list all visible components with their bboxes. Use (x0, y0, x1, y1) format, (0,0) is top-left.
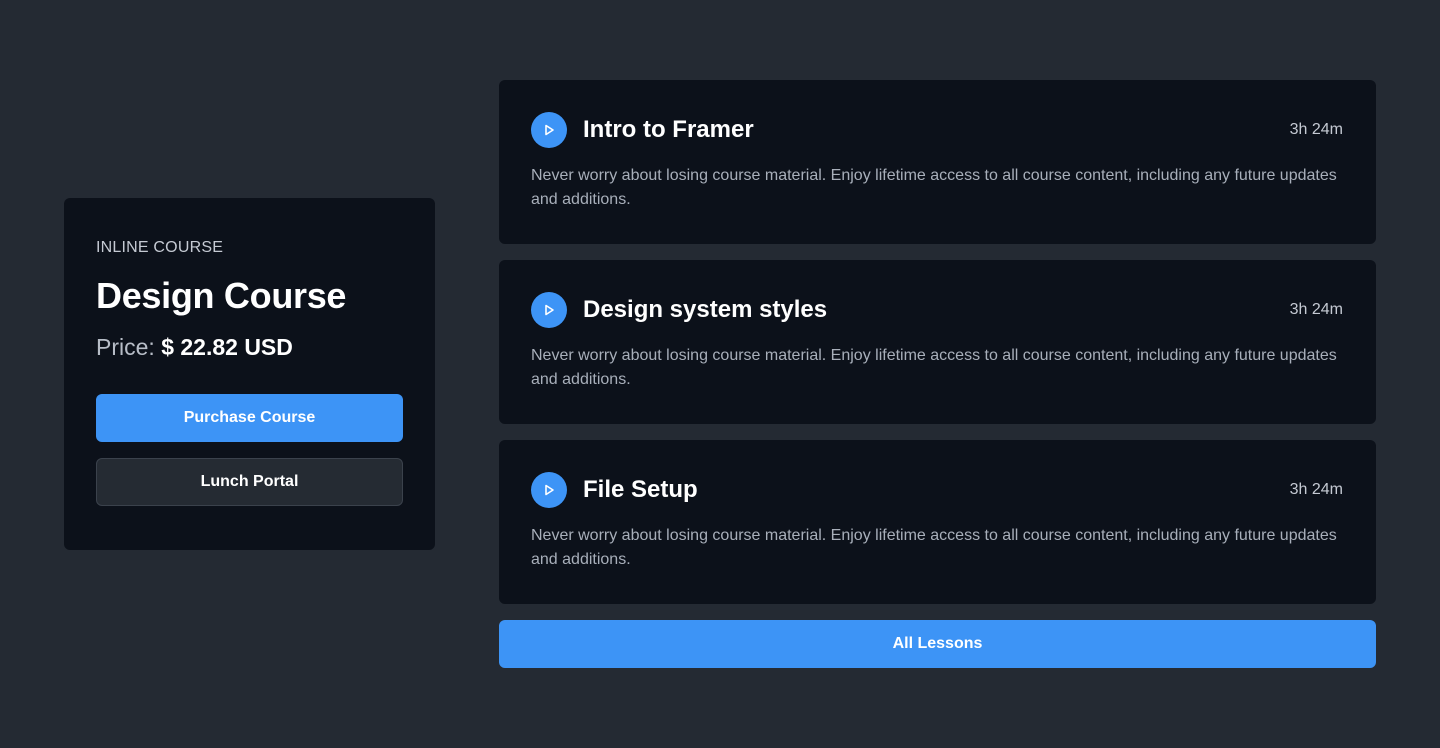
course-price: Price: $ 22.82 USD (96, 332, 403, 362)
lesson-card[interactable]: Intro to Framer 3h 24m Never worry about… (499, 80, 1376, 244)
lesson-header: Intro to Framer 3h 24m (531, 112, 1343, 148)
lesson-description: Never worry about losing course material… (531, 527, 1337, 568)
lesson-list: Intro to Framer 3h 24m Never worry about… (499, 80, 1376, 668)
lesson-duration: 3h 24m (1289, 121, 1343, 138)
launch-portal-button[interactable]: Lunch Portal (96, 458, 403, 506)
play-icon[interactable] (531, 472, 567, 508)
play-icon[interactable] (531, 112, 567, 148)
lesson-duration: 3h 24m (1289, 301, 1343, 318)
price-label: Price: (96, 334, 155, 360)
launch-portal-label: Lunch Portal (200, 473, 299, 490)
purchase-course-label: Purchase Course (183, 409, 316, 426)
lesson-card[interactable]: File Setup 3h 24m Never worry about losi… (499, 440, 1376, 604)
lesson-title: Design system styles (583, 296, 828, 323)
course-title: Design Course (96, 275, 347, 316)
course-eyebrow: INLINE COURSE (96, 239, 224, 256)
lesson-duration: 3h 24m (1289, 481, 1343, 498)
lesson-description: Never worry about losing course material… (531, 347, 1337, 388)
lesson-description: Never worry about losing course material… (531, 167, 1337, 208)
all-lessons-button[interactable]: All Lessons (499, 620, 1376, 668)
lesson-card[interactable]: Design system styles 3h 24m Never worry … (499, 260, 1376, 424)
purchase-course-button[interactable]: Purchase Course (96, 394, 403, 442)
course-card: INLINE COURSE Design Course Price: $ 22.… (64, 198, 435, 550)
lesson-title: File Setup (583, 476, 698, 503)
lesson-header: Design system styles 3h 24m (531, 292, 1343, 328)
price-amount: $ 22.82 USD (161, 334, 293, 360)
play-icon[interactable] (531, 292, 567, 328)
lesson-title: Intro to Framer (583, 116, 754, 143)
all-lessons-label: All Lessons (892, 635, 983, 652)
lesson-header: File Setup 3h 24m (531, 472, 1343, 508)
page: INLINE COURSE Design Course Price: $ 22.… (0, 0, 1440, 748)
